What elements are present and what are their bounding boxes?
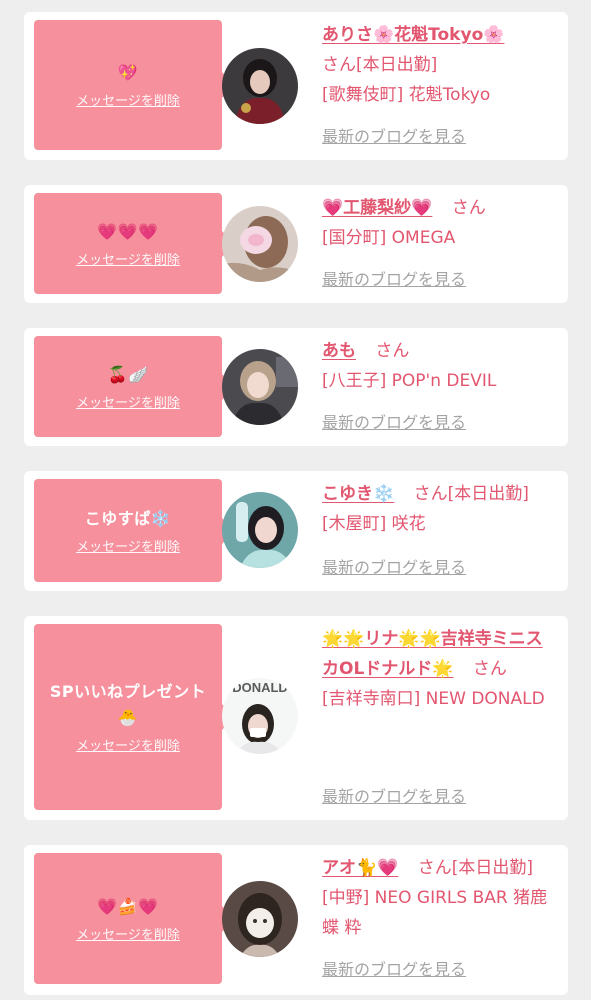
latest-blog-link[interactable]: 最新のブログを見る: [322, 413, 466, 433]
cast-info: ありさ🌸花魁Tokyo🌸 さん[本日出勤] [歌舞伎町] 花魁Tokyo: [322, 20, 558, 110]
message-text: 💗🍰💗: [97, 896, 159, 916]
avatar[interactable]: [222, 48, 298, 124]
cast-suffix: さん[本日出勤]: [417, 858, 534, 878]
message-card: 💗💗💗 メッセージを削除 💗工藤梨紗💗 さん [国分町] OMEGA 最新のブロ…: [24, 185, 568, 303]
message-text: 🍒🪽: [107, 364, 149, 384]
shop-name: [歌舞伎町] 花魁Tokyo: [322, 85, 491, 105]
latest-blog-link[interactable]: 最新のブログを見る: [322, 558, 466, 578]
cast-suffix: さん: [451, 198, 486, 218]
shop-name: [八王子] POP'n DEVIL: [322, 371, 497, 391]
message-card: こゆすぱ❄️ メッセージを削除 こゆき❄️ さん[本日出勤] [木屋町] 咲花 …: [24, 471, 568, 591]
delete-message-link[interactable]: メッセージを削除: [76, 928, 180, 944]
latest-blog-link[interactable]: 最新のブログを見る: [322, 787, 466, 807]
delete-message-link[interactable]: メッセージを削除: [76, 253, 180, 269]
message-card: 💗🍰💗 メッセージを削除 アオ🐈💗 さん[本日出勤] [中野] NEO GIRL…: [24, 845, 568, 995]
latest-blog-link[interactable]: 最新のブログを見る: [322, 270, 466, 290]
cast-info: あも さん [八王子] POP'n DEVIL: [322, 336, 558, 396]
avatar[interactable]: [222, 492, 298, 568]
message-text: 💖: [117, 63, 139, 82]
message-card: SPいいねプレゼント🐣 メッセージを削除 DONALD 🌟🌟リナ🌟🌟吉祥寺ミニス…: [24, 616, 568, 820]
latest-blog-link[interactable]: 最新のブログを見る: [322, 960, 466, 980]
cast-name-link[interactable]: こゆき❄️: [322, 484, 394, 504]
message-box[interactable]: 💗🍰💗 メッセージを削除: [34, 853, 234, 984]
message-text: 💗💗💗: [97, 221, 159, 241]
shop-name: [木屋町] 咲花: [322, 514, 426, 534]
message-text: こゆすぱ❄️: [84, 508, 172, 528]
avatar[interactable]: DONALD: [222, 678, 298, 754]
delete-message-link[interactable]: メッセージを削除: [76, 396, 180, 412]
message-card: 💖 メッセージを削除 ありさ🌸花魁Tokyo🌸 さん[本日出勤] [歌舞伎町] …: [24, 12, 568, 160]
message-card: 🍒🪽 メッセージを削除 あも さん [八王子] POP'n DEVIL 最新のブ…: [24, 328, 568, 446]
delete-message-link[interactable]: メッセージを削除: [76, 540, 180, 556]
message-box[interactable]: 🍒🪽 メッセージを削除: [34, 336, 234, 437]
message-box[interactable]: SPいいねプレゼント🐣 メッセージを削除: [34, 624, 234, 810]
cast-info: アオ🐈💗 さん[本日出勤] [中野] NEO GIRLS BAR 猪鹿蝶 粋: [322, 853, 558, 943]
avatar[interactable]: [222, 206, 298, 282]
cast-name-link[interactable]: ありさ🌸花魁Tokyo🌸: [322, 25, 504, 45]
cast-name-link[interactable]: アオ🐈💗: [322, 858, 398, 878]
cast-suffix: さん: [472, 659, 507, 679]
shop-name: [国分町] OMEGA: [322, 228, 456, 248]
cast-suffix: さん: [375, 341, 410, 361]
avatar[interactable]: [222, 881, 298, 957]
cast-info: こゆき❄️ さん[本日出勤] [木屋町] 咲花: [322, 479, 558, 539]
cast-name-link[interactable]: あも: [322, 341, 356, 361]
shop-name: [吉祥寺南口] NEW DONALD: [322, 689, 545, 709]
avatar[interactable]: [222, 349, 298, 425]
message-box[interactable]: 💗💗💗 メッセージを削除: [34, 193, 234, 294]
cast-info: 💗工藤梨紗💗 さん [国分町] OMEGA: [322, 193, 558, 253]
delete-message-link[interactable]: メッセージを削除: [76, 739, 180, 755]
cast-name-link[interactable]: 🌟🌟リナ🌟🌟吉祥寺ミニスカOLドナルド🌟: [322, 629, 543, 679]
avatar-logo-text: DONALD: [232, 680, 288, 695]
message-box[interactable]: こゆすぱ❄️ メッセージを削除: [34, 479, 234, 582]
cast-suffix: さん[本日出勤]: [413, 484, 529, 504]
cast-info: 🌟🌟リナ🌟🌟吉祥寺ミニスカOLドナルド🌟 さん [吉祥寺南口] NEW DONA…: [322, 624, 558, 714]
cast-suffix: さん[本日出勤]: [322, 55, 438, 75]
message-text: SPいいねプレゼント🐣: [49, 682, 207, 727]
latest-blog-link[interactable]: 最新のブログを見る: [322, 127, 466, 147]
cast-name-link[interactable]: 💗工藤梨紗💗: [322, 198, 432, 218]
delete-message-link[interactable]: メッセージを削除: [76, 94, 180, 110]
shop-name: [中野] NEO GIRLS BAR 猪鹿蝶 粋: [322, 888, 548, 938]
message-box[interactable]: 💖 メッセージを削除: [34, 20, 234, 150]
